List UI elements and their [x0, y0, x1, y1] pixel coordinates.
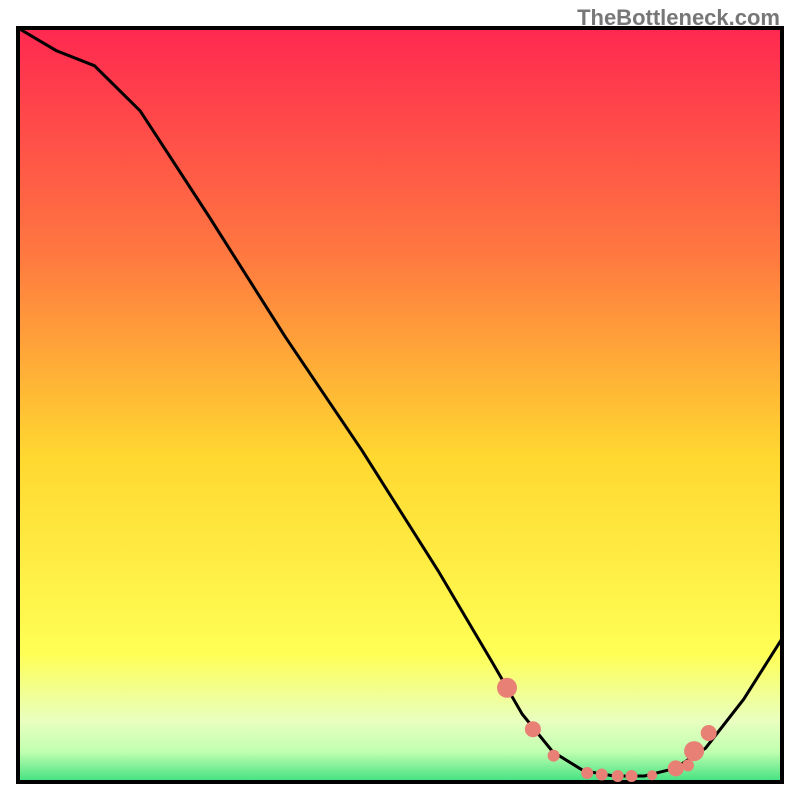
data-marker	[497, 678, 517, 698]
data-marker	[548, 750, 560, 762]
data-marker	[684, 741, 704, 761]
data-marker	[626, 770, 638, 782]
data-marker	[647, 770, 657, 780]
data-marker	[525, 721, 541, 737]
gradient-background	[18, 28, 782, 782]
data-marker	[581, 767, 593, 779]
data-marker	[668, 760, 684, 776]
data-marker	[682, 759, 694, 771]
bottleneck-chart: TheBottleneck.com	[0, 0, 800, 800]
chart-svg	[0, 0, 800, 800]
data-marker	[701, 725, 717, 741]
data-marker	[596, 769, 608, 781]
attribution-label: TheBottleneck.com	[577, 5, 780, 31]
data-marker	[612, 770, 624, 782]
